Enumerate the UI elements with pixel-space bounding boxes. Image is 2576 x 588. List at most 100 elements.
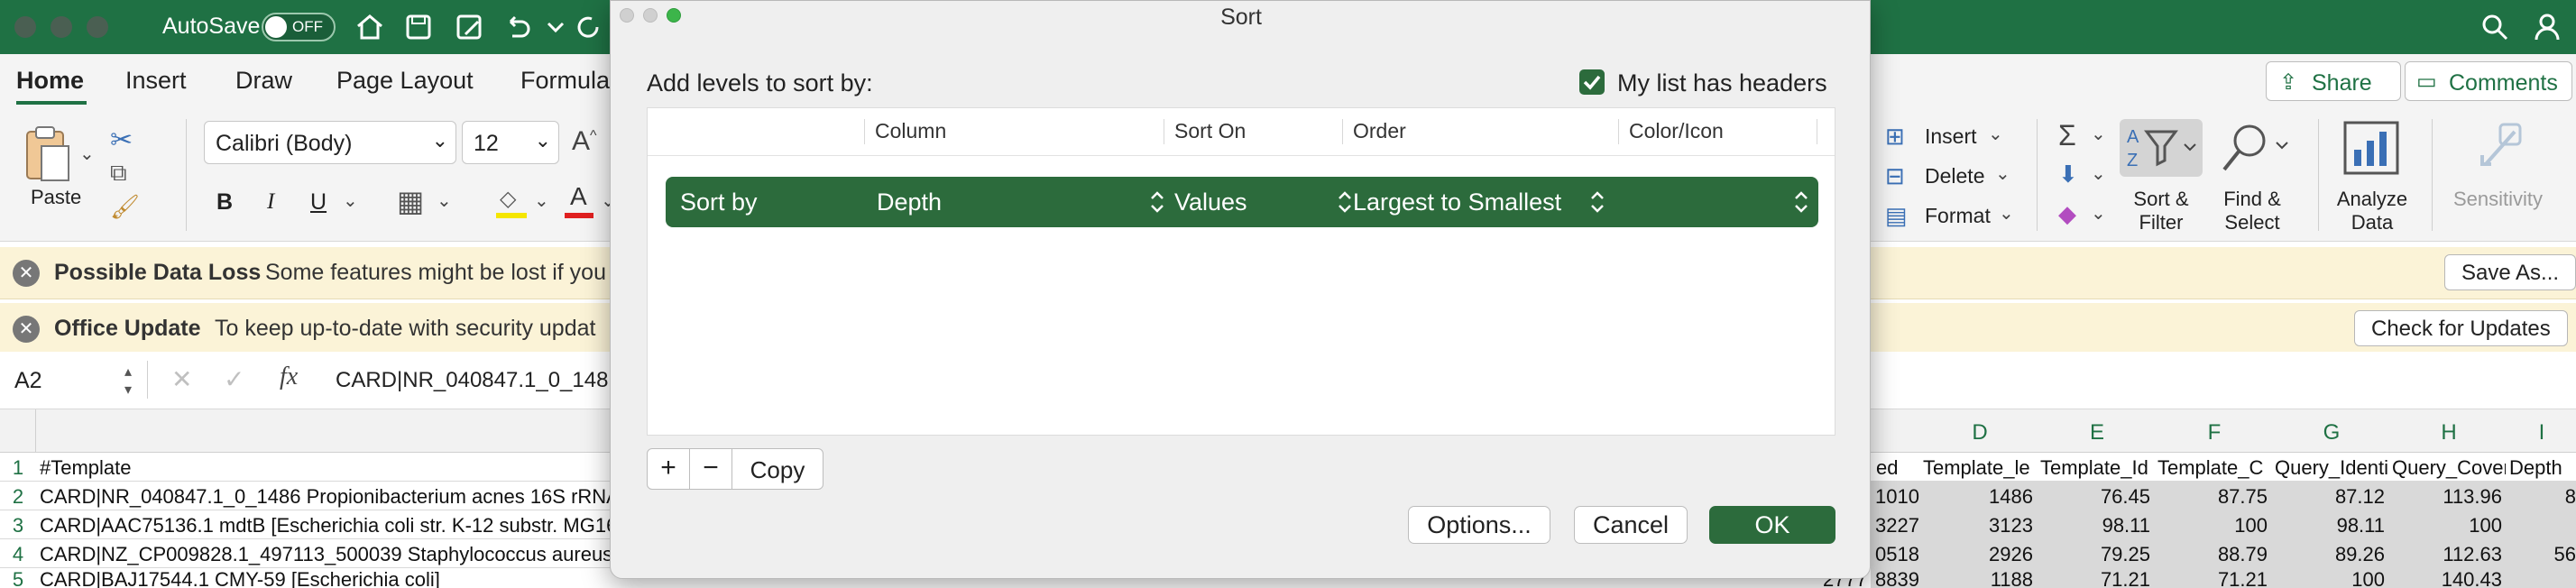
tab-page-layout[interactable]: Page Layout [336,67,474,95]
share-button[interactable]: ⇪ Share [2266,61,2401,101]
cell-e1[interactable]: Template_Id [2040,456,2154,480]
close-icon[interactable]: ✕ [13,260,40,287]
account-icon[interactable] [2535,11,2567,43]
font-color-icon[interactable]: A [565,182,593,218]
cell-d4[interactable]: 2926 [1923,543,2033,566]
add-level-button[interactable]: + [648,453,689,483]
column-header-h[interactable]: H [2390,420,2507,446]
cell-h4[interactable]: 112.63 [2392,543,2502,566]
delete-dropdown-icon[interactable]: ⌄ [1995,162,2010,185]
cell-e5[interactable]: 71.21 [2040,568,2150,588]
fill-dropdown-icon[interactable]: ⌄ [2091,162,2106,185]
name-box[interactable]: A2 ▴ ▾ [5,361,148,399]
row-number[interactable]: 4 [0,543,36,566]
underline-dropdown-icon[interactable]: ⌄ [343,189,358,212]
analyze-data-button[interactable] [2340,119,2403,179]
color-icon-select[interactable] [1640,177,1817,227]
cell-d3[interactable]: 3123 [1923,514,2033,537]
cell-i1[interactable]: Depth [2509,456,2576,480]
options-button[interactable]: Options... [1408,506,1550,544]
tab-draw[interactable]: Draw [235,67,292,95]
copy-icon[interactable]: ⧉ [110,159,127,188]
font-name-dropdown[interactable]: Calibri (Body) ⌄ [204,121,456,164]
paste-button[interactable] [20,124,74,186]
tab-formulas[interactable]: Formula [520,67,610,95]
autosave-toggle[interactable]: OFF [262,13,336,41]
cell-i2[interactable]: 8 [2509,485,2576,509]
cell-f1[interactable]: Template_C [2157,456,2271,480]
select-all-corner[interactable] [0,409,36,453]
comments-button[interactable]: ▭ Comments [2405,61,2572,101]
remove-level-button[interactable]: − [690,453,731,483]
paste-dropdown-icon[interactable]: ⌄ [79,142,95,165]
fill-color-dropdown-icon[interactable]: ⌄ [534,189,549,212]
row-number[interactable]: 5 [0,568,36,588]
cell-i4[interactable]: 56 [2509,543,2576,566]
sort-filter-button[interactable]: A Z [2120,119,2203,177]
cell-f3[interactable]: 100 [2157,514,2268,537]
cell-a2[interactable]: CARD|NR_040847.1_0_1486 Propionibacteriu… [40,485,617,509]
delete-cells-button[interactable]: Delete [1925,164,1984,188]
format-painter-icon[interactable]: 🖌 [110,193,140,221]
cell-a5[interactable]: CARD|BAJ17544.1 CMY-59 [Escherichia coli… [40,568,617,588]
format-cells-button[interactable]: Format [1925,204,1991,228]
bold-button[interactable]: B [216,189,233,216]
italic-button[interactable]: I [267,189,274,215]
row-number[interactable]: 3 [0,514,36,537]
cut-icon[interactable]: ✂ [110,124,133,156]
format-dropdown-icon[interactable]: ⌄ [1999,202,2014,225]
column-header-i[interactable]: I [2507,420,2576,446]
row-number[interactable]: 1 [0,456,36,480]
increase-font-size-icon[interactable]: A^ [572,126,597,157]
cell-a1[interactable]: #Template [40,456,617,480]
cell-h3[interactable]: 100 [2392,514,2502,537]
sort-order-select[interactable]: Largest to Smallest [1353,177,1624,227]
check-for-updates-button[interactable]: Check for Updates [2354,310,2568,346]
function-icon[interactable]: fx [280,363,298,391]
cell-a4[interactable]: CARD|NZ_CP009828.1_497113_500039 Staphyl… [40,543,617,566]
close-icon[interactable]: ✕ [13,316,40,343]
cell-d1[interactable]: Template_le [1923,456,2037,480]
cell-f5[interactable]: 71.21 [2157,568,2268,588]
fill-color-icon[interactable]: ◇ [496,186,527,218]
cell-e3[interactable]: 98.11 [2040,514,2150,537]
cell-a3[interactable]: CARD|AAC75136.1 mdtB [Escherichia coli s… [40,514,617,537]
save-as-icon[interactable] [453,11,485,43]
cell-d5[interactable]: 1188 [1923,568,2033,588]
column-header-g[interactable]: G [2273,420,2390,446]
sort-level-row[interactable]: Sort by Depth Values Largest to Smallest [666,177,1818,227]
formula-input[interactable]: CARD|NR_040847.1_0_148 [336,368,608,393]
fill-icon[interactable]: ⬇ [2058,161,2078,188]
clear-icon[interactable]: ◆ [2058,200,2076,228]
underline-button[interactable]: U [310,189,327,216]
autosum-dropdown-icon[interactable]: ⌄ [2091,123,2106,145]
cell-f4[interactable]: 88.79 [2157,543,2268,566]
cell-d2[interactable]: 1486 [1923,485,2033,509]
cell-c2[interactable]: 1010 [1872,485,1919,509]
headers-checkbox[interactable] [1579,69,1605,95]
cancel-edit-icon[interactable]: ✕ [171,364,192,394]
cell-g3[interactable]: 98.11 [2275,514,2385,537]
cell-c5[interactable]: 8839 [1872,568,1919,588]
cancel-button[interactable]: Cancel [1574,506,1688,544]
save-as-button[interactable]: Save As... [2444,254,2576,290]
cell-g2[interactable]: 87.12 [2275,485,2385,509]
cell-c3[interactable]: 3227 [1872,514,1919,537]
cell-h2[interactable]: 113.96 [2392,485,2502,509]
redo-icon[interactable] [572,11,604,43]
row-number[interactable]: 2 [0,485,36,509]
find-select-button[interactable] [2212,119,2293,177]
ok-button[interactable]: OK [1709,506,1835,544]
tab-insert[interactable]: Insert [125,67,187,95]
cell-g4[interactable]: 89.26 [2275,543,2385,566]
borders-icon[interactable]: ▦ [397,184,424,218]
zoom-window-button[interactable] [87,16,108,38]
cell-f2[interactable]: 87.75 [2157,485,2268,509]
cell-c1[interactable]: ed [1876,456,1919,480]
copy-level-button[interactable]: Copy [732,456,823,484]
column-header-e[interactable]: E [2038,420,2156,446]
cell-h1[interactable]: Query_Cover [2392,456,2506,480]
insert-dropdown-icon[interactable]: ⌄ [1988,123,2003,145]
clear-dropdown-icon[interactable]: ⌄ [2091,202,2106,225]
insert-cells-button[interactable]: Insert [1925,124,1977,149]
